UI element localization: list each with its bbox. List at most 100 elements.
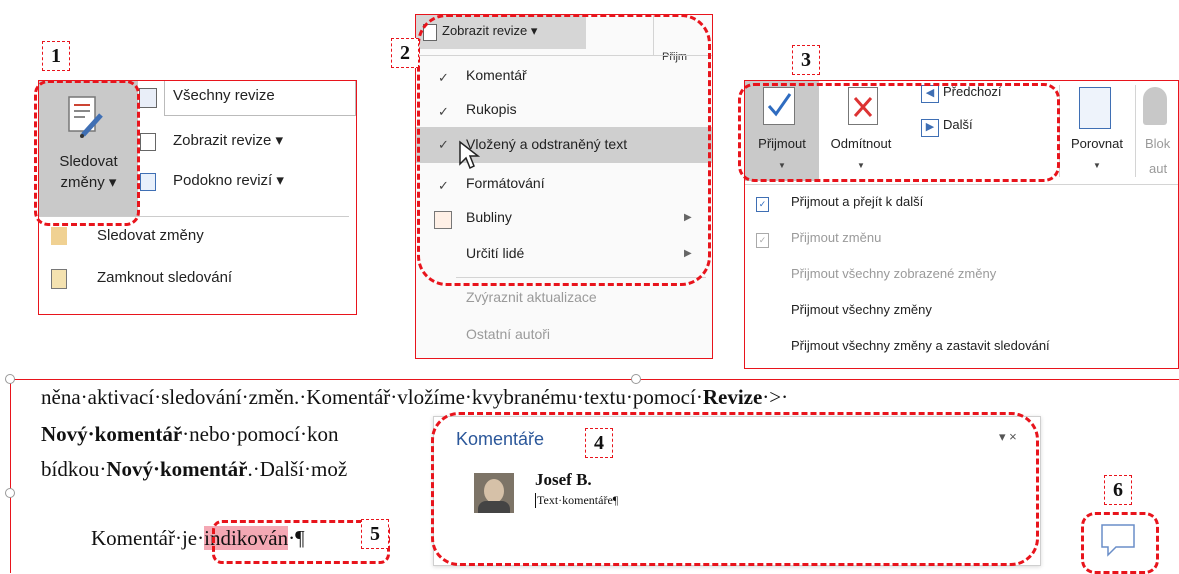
menu-top-line <box>416 55 712 56</box>
reject-icon <box>848 87 878 125</box>
accept-icon <box>763 87 795 125</box>
doc-line-3-a: bídkou· <box>41 457 107 481</box>
track-changes-panel: Sledovat změny ▾ Všechny revize Zobrazit… <box>38 80 357 315</box>
block-authors-icon <box>1143 87 1167 125</box>
show-markup-header[interactable]: Zobrazit revize ▾ <box>416 15 586 49</box>
ribbon-bottom-line <box>745 184 1178 185</box>
menu-lock-tracking[interactable]: Zamknout sledování <box>97 269 232 286</box>
balloons-submenu-arrow-icon: ▶ <box>684 212 692 223</box>
ink-check-icon: ✓ <box>438 104 449 119</box>
menu-insertions-deletions[interactable]: Vložený a odstraněný text <box>466 136 627 152</box>
previous-icon: ◀ <box>921 85 939 103</box>
resize-handle-icon <box>5 374 15 384</box>
comments-pane: Komentáře ▾ × Josef B. Text·komentáře¶ <box>433 416 1041 566</box>
next-icon: ▶ <box>921 119 939 137</box>
compare-label: Porovnat <box>1070 136 1124 151</box>
callout-number-3: 3 <box>792 45 820 75</box>
accept-partial-label: Přijm <box>662 51 688 63</box>
block-authors-label-1: Blok <box>1145 136 1171 151</box>
all-markup-value: Všechny revize <box>173 87 275 104</box>
previous-button[interactable]: Předchozí <box>943 84 1002 99</box>
track-changes-button[interactable]: Sledovat změny ▾ <box>39 81 138 216</box>
block-authors-label-2: aut <box>1149 161 1168 176</box>
all-markup-dropdown[interactable]: Všechny revize <box>164 81 356 116</box>
show-markup-header-icon <box>423 24 437 41</box>
callout-number-1: 1 <box>42 41 70 71</box>
doc-line-4-a: Komentář·je· <box>91 526 205 550</box>
accept-dropdown-icon: ▼ <box>778 161 786 170</box>
accept-change-icon: ✓ <box>756 233 769 248</box>
doc-line-4-b: ·¶ <box>288 526 305 550</box>
menu-track-changes[interactable]: Sledovat změny <box>97 227 204 244</box>
callout-number-2: 2 <box>391 38 419 68</box>
comments-pane-title: Komentáře <box>456 429 545 449</box>
doc-line-2-bold: Nový·komentář <box>41 422 183 446</box>
track-changes-icon <box>67 95 103 139</box>
menu-divider <box>456 277 706 278</box>
track-changes-label-1: Sledovat <box>59 153 118 170</box>
doc-line-1-c: ·>· <box>762 385 789 409</box>
doc-line-2-a: ·nebo·pomocí·kon <box>182 422 339 446</box>
commented-text[interactable]: indikován <box>204 526 289 550</box>
comment-author: Josef B. <box>535 470 592 489</box>
menu-balloons[interactable]: Bubliny <box>466 209 512 225</box>
author-avatar <box>474 473 514 513</box>
track-changes-menu-icon <box>51 227 67 245</box>
accept-label: Přijmout <box>758 136 806 151</box>
show-markup-icon <box>140 133 156 151</box>
menu-comments[interactable]: Komentář <box>466 67 527 83</box>
compare-divider <box>1135 85 1136 177</box>
doc-line-1-a: něna·aktivací·sledování·změn.·Komentář·v… <box>41 385 483 409</box>
callout-number-4: 4 <box>585 428 613 458</box>
reject-label: Odmítnout <box>830 136 892 151</box>
track-changes-menu: Sledovat změny Zamknout sledování <box>39 216 349 313</box>
menu-accept-move-next[interactable]: Přijmout a přejít k další <box>791 194 923 209</box>
compare-icon <box>1079 87 1111 129</box>
next-button[interactable]: Další <box>943 117 973 132</box>
reviewing-pane-icon <box>140 173 156 191</box>
callout-number-5: 5 <box>361 519 389 549</box>
comments-pane-controls[interactable]: ▾ × <box>999 429 1017 445</box>
doc-line-3: bídkou·Nový·komentář.·Další·mož <box>41 457 347 482</box>
menu-accept-change: Přijmout změnu <box>791 230 882 245</box>
comment-indicator-icon[interactable] <box>1098 521 1138 559</box>
people-submenu-arrow-icon: ▶ <box>684 248 692 259</box>
balloons-icon <box>434 211 452 229</box>
mouse-cursor-icon <box>458 140 481 175</box>
accept-move-next-icon: ✓ <box>756 197 769 212</box>
menu-ink[interactable]: Rukopis <box>466 101 517 117</box>
doc-line-1: něna·aktivací·sledování·změn.·Komentář·v… <box>41 385 788 410</box>
header-divider <box>653 15 654 55</box>
reject-dropdown-icon: ▼ <box>857 161 865 170</box>
track-changes-label-2: změny ▾ <box>60 174 117 191</box>
accept-button[interactable]: Přijmout ▼ <box>745 81 819 181</box>
resize-handle-icon-3 <box>631 374 641 384</box>
reject-button[interactable]: Odmítnout ▼ <box>821 81 901 181</box>
lock-tracking-icon <box>51 269 67 289</box>
callout-number-6: 6 <box>1104 475 1132 505</box>
comment-text[interactable]: Text·komentáře¶ <box>535 493 618 508</box>
reviewing-pane-button[interactable]: Podokno revizí ▾ <box>173 171 284 189</box>
doc-line-2: Nový·komentář·nebo·pomocí·kon <box>41 422 338 447</box>
doc-line-3-b: .·Další·mož <box>247 457 348 481</box>
menu-other-authors: Ostatní autoři <box>466 326 551 342</box>
menu-accept-all[interactable]: Přijmout všechny změny <box>791 302 932 317</box>
show-markup-menu-panel: Zobrazit revize ▾ Přijm ✓ Komentář ✓ Ruk… <box>415 14 713 359</box>
doc-line-4: Komentář·je·indikován·¶ <box>91 526 305 551</box>
doc-line-1-bold: Revize <box>702 385 763 409</box>
formatting-check-icon: ✓ <box>438 178 449 193</box>
accept-changes-panel: Přijmout ▼ Odmítnout ▼ ◀ Předchozí ▶ Dal… <box>744 80 1179 369</box>
comments-check-icon: ✓ <box>438 70 449 85</box>
menu-specific-people[interactable]: Určití lidé <box>466 245 524 261</box>
all-markup-icon <box>139 88 157 108</box>
doc-line-3-bold: Nový·komentář <box>106 457 248 481</box>
menu-formatting[interactable]: Formátování <box>466 175 545 191</box>
compare-dropdown-icon: ▼ <box>1093 161 1101 170</box>
compare-button[interactable]: Porovnat ▼ <box>1063 81 1131 181</box>
show-markup-button[interactable]: Zobrazit revize ▾ <box>173 131 283 149</box>
menu-accept-all-stop-tracking[interactable]: Přijmout všechny změny a zastavit sledov… <box>791 338 1050 353</box>
insertions-check-icon: ✓ <box>438 137 449 152</box>
menu-accept-all-shown: Přijmout všechny zobrazené změny <box>791 266 997 281</box>
menu-highlight-updates: Zvýraznit aktualizace <box>466 289 597 305</box>
group-divider <box>1059 85 1060 177</box>
